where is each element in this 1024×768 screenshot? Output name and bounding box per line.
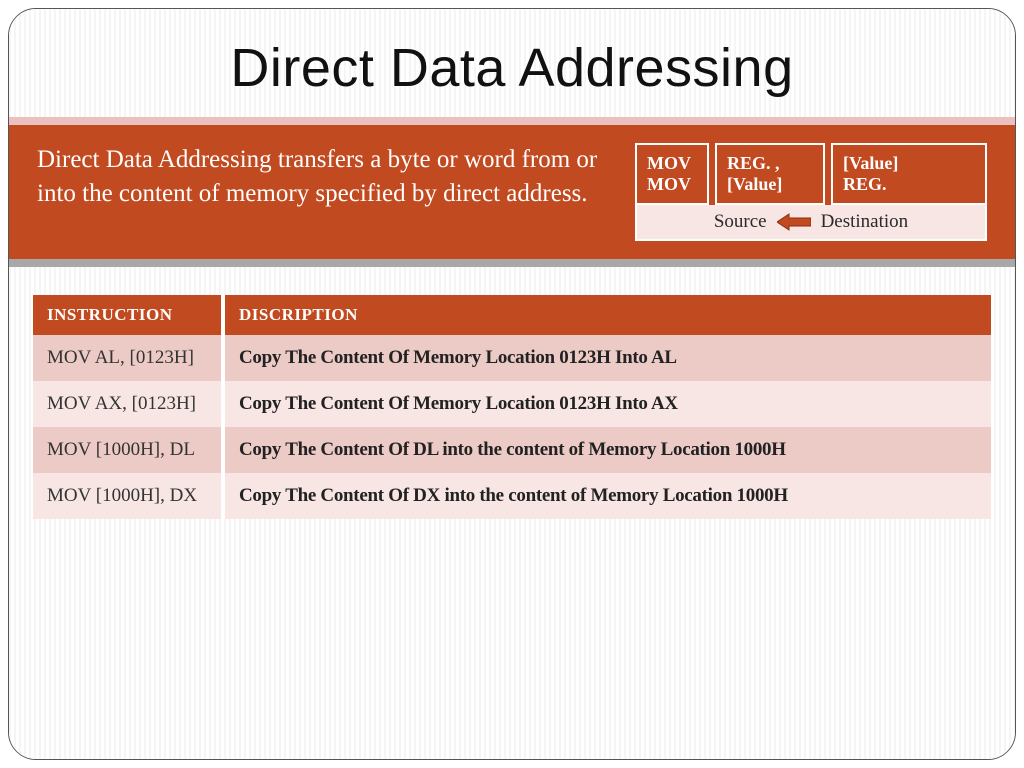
page-title: Direct Data Addressing	[9, 9, 1015, 117]
description-cell: Copy The Content Of DX into the content …	[223, 473, 991, 519]
description-cell: Copy The Content Of DL into the content …	[223, 427, 991, 473]
syntax-reg-1: REG. ,	[727, 153, 813, 174]
instruction-cell: MOV [1000H], DL	[33, 427, 223, 473]
table-row: MOV [1000H], DX Copy The Content Of DX i…	[33, 473, 991, 519]
accent-bar-top	[9, 117, 1015, 125]
table-row: MOV [1000H], DL Copy The Content Of DL i…	[33, 427, 991, 473]
syntax-col-value: [Value] REG.	[831, 143, 987, 205]
syntax-mov-2: MOV	[647, 174, 697, 195]
syntax-val-2: REG.	[843, 174, 975, 195]
table-header-instruction: INSTRUCTION	[33, 295, 223, 335]
instruction-table: INSTRUCTION DISCRIPTION MOV AL, [0123H] …	[33, 295, 991, 519]
destination-label: Destination	[821, 211, 909, 233]
description-cell: Copy The Content Of Memory Location 0123…	[223, 381, 991, 427]
syntax-box: MOV MOV REG. , [Value] [Value] REG. Sour…	[635, 143, 987, 241]
table-row: MOV AX, [0123H] Copy The Content Of Memo…	[33, 381, 991, 427]
instruction-cell: MOV AX, [0123H]	[33, 381, 223, 427]
description-text: Direct Data Addressing transfers a byte …	[37, 143, 611, 241]
table-header-description: DISCRIPTION	[223, 295, 991, 335]
instruction-cell: MOV AL, [0123H]	[33, 335, 223, 381]
accent-bar-bottom	[9, 259, 1015, 267]
syntax-mov-1: MOV	[647, 153, 697, 174]
syntax-reg-2: [Value]	[727, 174, 813, 195]
description-cell: Copy The Content Of Memory Location 0123…	[223, 335, 991, 381]
arrow-left-icon	[777, 213, 811, 231]
source-label: Source	[714, 211, 767, 233]
syntax-val-1: [Value]	[843, 153, 975, 174]
syntax-col-reg: REG. , [Value]	[715, 143, 825, 205]
instruction-cell: MOV [1000H], DX	[33, 473, 223, 519]
syntax-col-mov: MOV MOV	[635, 143, 709, 205]
source-dest-row: Source Destination	[635, 205, 987, 241]
description-band: Direct Data Addressing transfers a byte …	[9, 125, 1015, 259]
table-row: MOV AL, [0123H] Copy The Content Of Memo…	[33, 335, 991, 381]
